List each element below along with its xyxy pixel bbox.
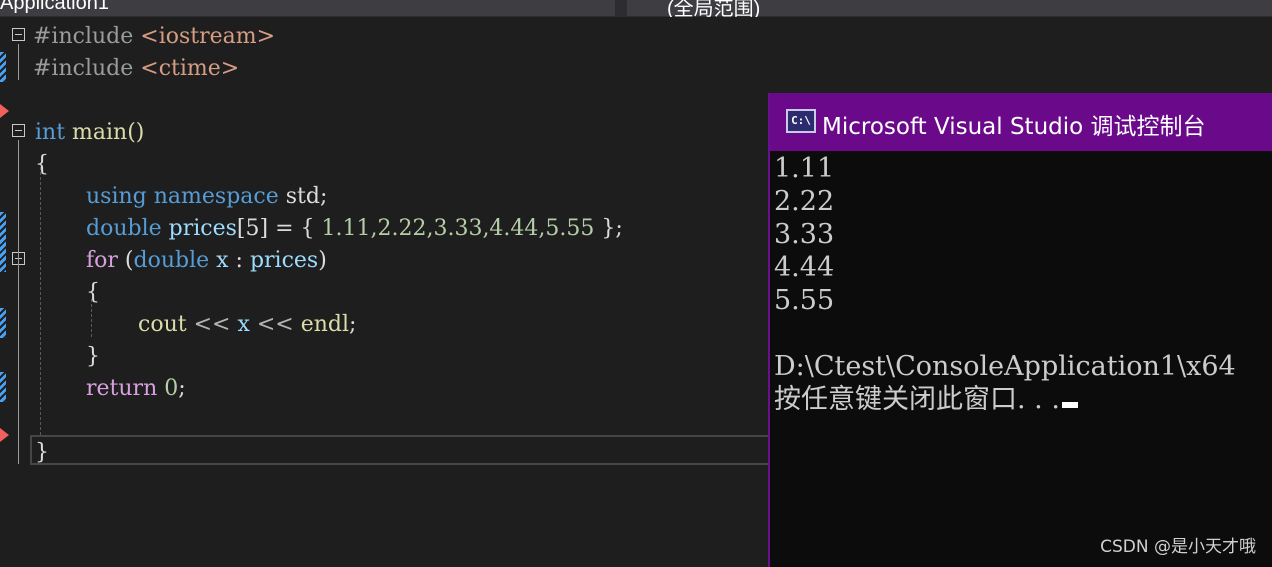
code-text: ; xyxy=(178,376,186,401)
variable: prices xyxy=(168,216,237,241)
code-text: ) xyxy=(318,248,327,273)
identifier: endl xyxy=(300,312,350,337)
identifier: cout xyxy=(138,312,187,337)
variable: prices xyxy=(249,248,319,273)
keyword: return xyxy=(86,376,158,401)
include-file: <iostream> xyxy=(140,24,276,49)
console-icon-label: C:\ xyxy=(791,114,811,127)
preprocessor: #include xyxy=(33,56,141,81)
code-text: ; xyxy=(349,312,357,337)
variable: x xyxy=(209,248,229,273)
preprocessor: #include xyxy=(33,24,141,49)
number-literal: 0 xyxy=(157,376,179,401)
console-output-line: 3.33 xyxy=(774,219,835,250)
debug-console-window[interactable]: C:\ Microsoft Visual Studio 调试控制台 1.11 2… xyxy=(768,93,1272,567)
keyword: int xyxy=(35,120,66,145)
console-title: Microsoft Visual Studio 调试控制台 xyxy=(822,114,1206,140)
console-output-line: 5.55 xyxy=(774,285,835,316)
console-icon: C:\ xyxy=(786,109,816,133)
code-line: #include <iostream> xyxy=(0,21,1272,53)
code-text: std; xyxy=(278,184,328,209)
scope-dropdown-label: (全局范围) xyxy=(667,0,761,17)
function-name: main() xyxy=(65,120,145,145)
brace: { xyxy=(35,152,49,177)
document-tab-strip: Application1 (全局范围) xyxy=(0,0,1272,17)
operator: << xyxy=(249,312,301,337)
console-path-line: D:\Ctest\ConsoleApplication1\x64 xyxy=(774,351,1236,382)
brace: { xyxy=(86,280,100,305)
project-tab[interactable]: Application1 xyxy=(0,0,615,16)
brace: } xyxy=(35,440,49,465)
operator: << xyxy=(186,312,238,337)
include-file: <ctime> xyxy=(140,56,240,81)
console-output-line: 2.22 xyxy=(774,186,835,217)
variable: x xyxy=(237,312,250,337)
console-output-line: 1.11 xyxy=(774,153,835,184)
console-prompt-line: 按任意键关闭此窗口. . . xyxy=(774,383,1078,416)
project-tab-label: Application1 xyxy=(0,0,109,14)
keyword: for xyxy=(86,248,118,273)
keyword: double xyxy=(133,248,210,273)
breakpoint-marker-icon[interactable] xyxy=(0,104,9,118)
text-cursor xyxy=(1061,402,1078,408)
code-text: [5] = { xyxy=(236,216,322,241)
watermark: CSDN @是小天才哦 xyxy=(1100,537,1256,557)
console-prompt-text: 按任意键关闭此窗口. . . xyxy=(774,384,1060,415)
console-titlebar[interactable]: C:\ Microsoft Visual Studio 调试控制台 xyxy=(770,93,1272,151)
keyword: using xyxy=(86,184,147,209)
code-text: : xyxy=(228,248,250,273)
scope-dropdown[interactable]: (全局范围) xyxy=(627,0,1272,17)
code-text: ( xyxy=(117,248,134,273)
console-output-line: 4.44 xyxy=(774,252,835,283)
keyword: namespace xyxy=(153,184,279,209)
brace: } xyxy=(86,344,100,369)
code-line: #include <ctime> xyxy=(0,53,1272,85)
number-literals: 1.11,2.22,3.33,4.44,5.55 xyxy=(321,216,595,241)
code-text: }; xyxy=(594,216,623,241)
keyword: double xyxy=(86,216,162,241)
